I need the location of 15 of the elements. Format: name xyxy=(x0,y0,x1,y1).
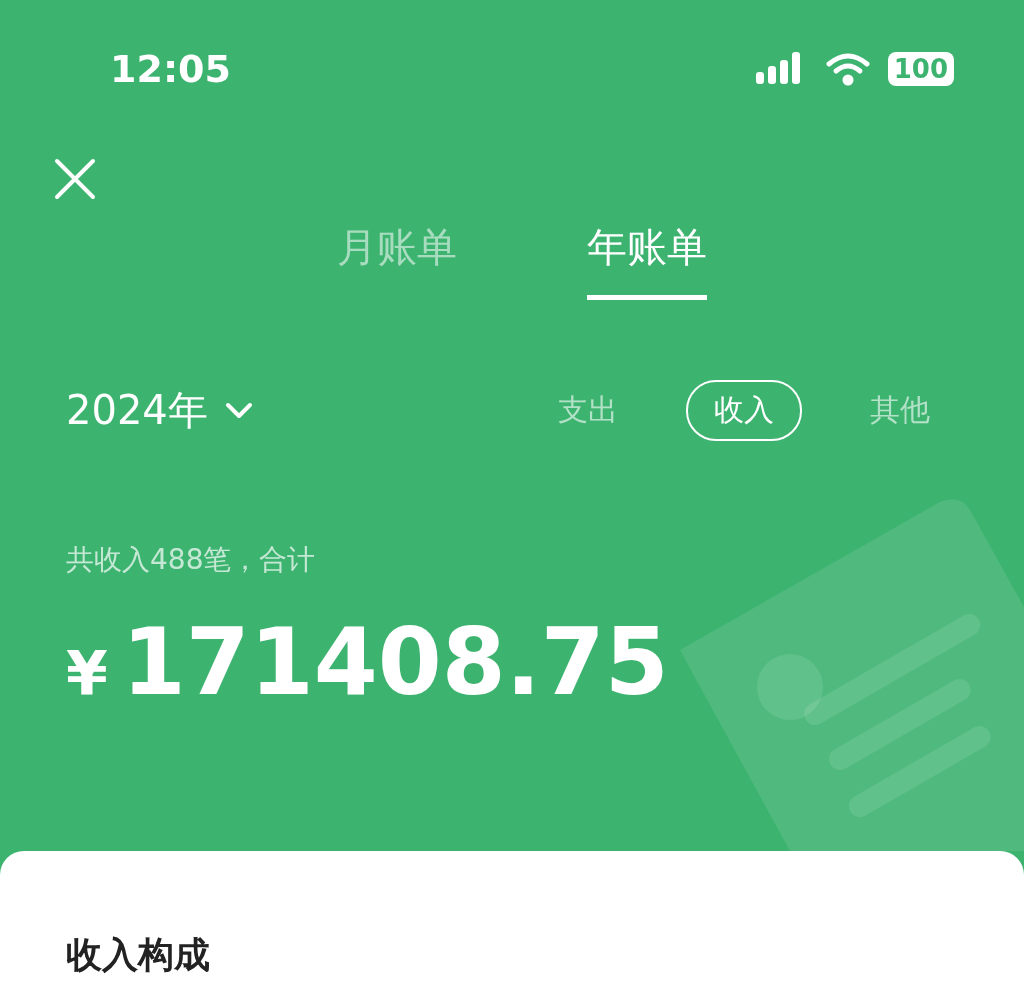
filter-tab[interactable]: 收入 xyxy=(686,380,802,441)
total-amount: 171408.75 xyxy=(121,609,669,716)
summary-caption: 共收入488笔，合计 xyxy=(66,542,317,578)
chevron-down-icon xyxy=(223,400,254,421)
year-picker[interactable]: 2024年 xyxy=(66,383,254,438)
filter-tab[interactable]: 支出 xyxy=(530,380,646,441)
battery-level: 100 xyxy=(887,52,954,86)
status-time: 12:05 xyxy=(110,47,231,91)
tab[interactable]: 年账单 xyxy=(587,220,707,300)
close-icon[interactable] xyxy=(54,158,96,200)
filter-tab[interactable]: 其他 xyxy=(842,380,958,441)
tab[interactable]: 月账单 xyxy=(337,220,457,300)
wifi-icon xyxy=(825,52,870,86)
currency-symbol: ¥ xyxy=(66,638,108,708)
section-title: 收入构成 xyxy=(66,933,211,977)
